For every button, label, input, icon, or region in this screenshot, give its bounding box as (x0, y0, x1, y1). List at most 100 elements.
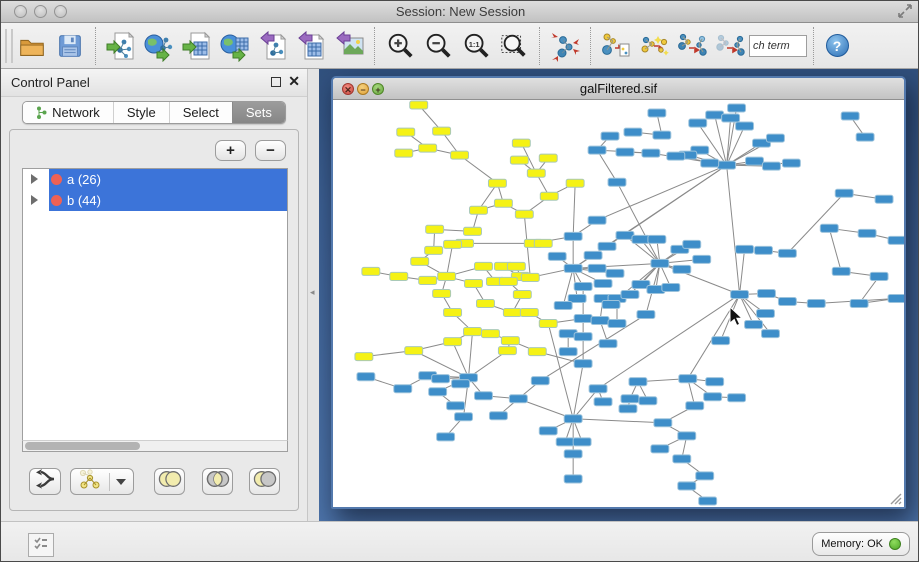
graph-node[interactable] (667, 152, 685, 160)
memory-status-button[interactable]: Memory: OK (812, 532, 910, 556)
zoom-fit-selected-button[interactable] (495, 27, 533, 65)
graph-node[interactable] (608, 320, 626, 328)
sets-list[interactable]: a (26)b (44) (22, 168, 288, 452)
graph-node[interactable] (820, 224, 838, 232)
graph-node[interactable] (673, 455, 691, 463)
apply-layout-button[interactable] (546, 27, 584, 65)
graph-node[interactable] (629, 378, 647, 386)
graph-node[interactable] (632, 235, 650, 243)
graph-node[interactable] (405, 347, 423, 355)
select-set-nodes-button[interactable] (635, 27, 673, 65)
set-list-item[interactable]: b (44) (23, 190, 287, 211)
import-table-web-button[interactable] (216, 27, 254, 65)
graph-node[interactable] (699, 497, 717, 505)
graph-node[interactable] (510, 156, 528, 164)
graph-node[interactable] (425, 246, 443, 254)
graph-node[interactable] (778, 249, 796, 257)
export-table-button[interactable] (292, 27, 330, 65)
graph-node[interactable] (564, 415, 582, 423)
graph-node[interactable] (464, 328, 482, 336)
graph-node[interactable] (616, 231, 634, 239)
graph-node[interactable] (689, 119, 707, 127)
graph-node[interactable] (574, 360, 592, 368)
graph-node[interactable] (419, 276, 437, 284)
graph-node[interactable] (513, 290, 531, 298)
graph-node[interactable] (395, 149, 413, 157)
graph-node[interactable] (762, 162, 780, 170)
toolbar-drag-handle[interactable] (5, 29, 13, 63)
graph-node[interactable] (559, 348, 577, 356)
graph-node[interactable] (621, 290, 639, 298)
graph-node[interactable] (686, 402, 704, 410)
graph-node[interactable] (452, 380, 470, 388)
graph-node[interactable] (841, 112, 859, 120)
graph-node[interactable] (528, 348, 546, 356)
graph-node[interactable] (584, 251, 602, 259)
graph-node[interactable] (444, 338, 462, 346)
graph-node[interactable] (564, 475, 582, 483)
graph-node[interactable] (728, 104, 746, 112)
graph-node[interactable] (362, 267, 380, 275)
graph-node[interactable] (598, 242, 616, 250)
import-table-file-button[interactable] (178, 27, 216, 65)
graph-node[interactable] (573, 438, 591, 446)
graph-node[interactable] (736, 245, 754, 253)
tab-style[interactable]: Style (113, 102, 169, 123)
task-history-button[interactable] (28, 533, 54, 557)
graph-node[interactable] (850, 299, 868, 307)
graph-node[interactable] (520, 309, 538, 317)
graph-node[interactable] (662, 283, 680, 291)
graph-node[interactable] (778, 297, 796, 305)
graph-node[interactable] (637, 311, 655, 319)
graph-node[interactable] (564, 450, 582, 458)
graph-node[interactable] (588, 216, 606, 224)
graph-node[interactable] (624, 128, 642, 136)
graph-node[interactable] (766, 134, 784, 142)
graph-node[interactable] (648, 235, 666, 243)
extract-set-dropdown-button[interactable] (70, 468, 134, 495)
tab-sets[interactable]: Sets (232, 102, 285, 123)
graph-node[interactable] (608, 178, 626, 186)
graph-node[interactable] (651, 259, 669, 267)
graph-node[interactable] (746, 157, 764, 165)
graph-node[interactable] (757, 310, 775, 318)
create-set-from-network-button[interactable] (597, 27, 635, 65)
graph-node[interactable] (498, 347, 516, 355)
zoom-actual-size-button[interactable]: 1:1 (457, 27, 495, 65)
graph-node[interactable] (736, 122, 754, 130)
graph-node[interactable] (642, 149, 660, 157)
graph-node[interactable] (704, 393, 722, 401)
graph-node[interactable] (509, 395, 527, 403)
graph-node[interactable] (397, 128, 415, 136)
graph-node[interactable] (507, 262, 525, 270)
graph-node[interactable] (835, 189, 853, 197)
graph-node[interactable] (447, 402, 465, 410)
graph-node[interactable] (554, 301, 572, 309)
expander-triangle-icon[interactable] (31, 195, 38, 205)
graph-node[interactable] (574, 282, 592, 290)
save-session-button[interactable] (51, 27, 89, 65)
export-network-button[interactable] (254, 27, 292, 65)
frame-resize-grip[interactable] (888, 491, 902, 505)
graph-node[interactable] (438, 272, 456, 280)
graph-node[interactable] (594, 398, 612, 406)
graph-node[interactable] (476, 299, 494, 307)
add-set-button[interactable]: + (215, 140, 246, 161)
graph-node[interactable] (653, 131, 671, 139)
graph-node[interactable] (489, 412, 507, 420)
network-frame-titlebar[interactable]: ✕ − + galFiltered.sif (333, 78, 904, 100)
graph-node[interactable] (556, 438, 574, 446)
graph-node[interactable] (589, 385, 607, 393)
export-image-button[interactable] (330, 27, 368, 65)
graph-node[interactable] (588, 264, 606, 272)
graph-node[interactable] (678, 482, 696, 490)
graph-node[interactable] (433, 289, 451, 297)
graph-node[interactable] (654, 419, 672, 427)
graph-node[interactable] (499, 277, 517, 285)
graph-node[interactable] (718, 161, 736, 169)
import-network-file-button[interactable] (102, 27, 140, 65)
graph-node[interactable] (470, 206, 488, 214)
graph-node[interactable] (755, 246, 773, 254)
remove-set-button[interactable]: − (255, 140, 286, 161)
graph-node[interactable] (481, 330, 499, 338)
